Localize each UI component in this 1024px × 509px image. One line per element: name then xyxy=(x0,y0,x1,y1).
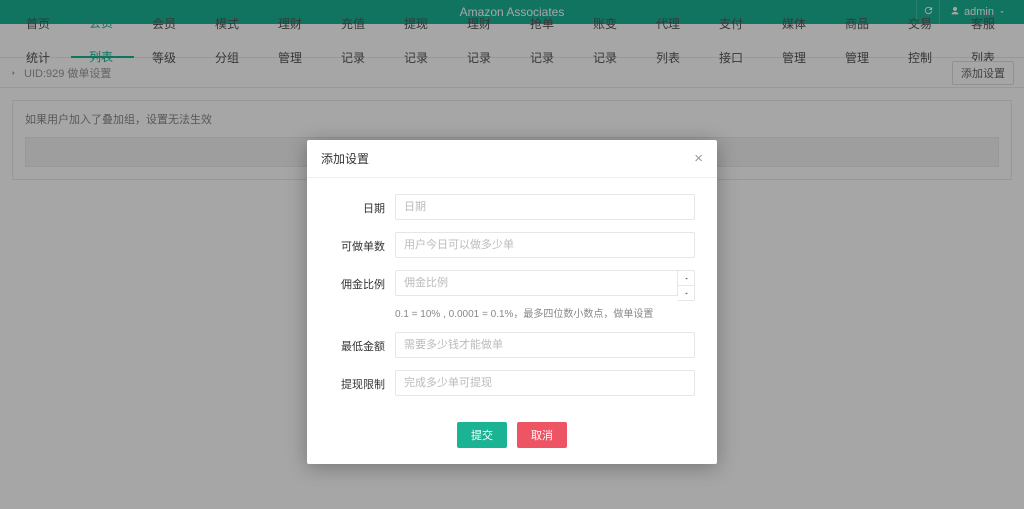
submit-button[interactable]: 提交 xyxy=(457,422,507,448)
modal-footer: 提交 取消 xyxy=(307,412,717,464)
input-withdraw-limit[interactable] xyxy=(395,370,695,396)
modal-close-button[interactable]: × xyxy=(694,151,703,166)
row-date: 日期 xyxy=(329,194,695,220)
input-date[interactable] xyxy=(395,194,695,220)
stepper-down[interactable] xyxy=(678,285,694,300)
commission-help: 0.1 = 10% , 0.0001 = 0.1%，最多四位数小数点，做单设置 xyxy=(395,305,695,320)
modal-header: 添加设置 × xyxy=(307,140,717,178)
stepper-controls xyxy=(678,270,695,301)
label-withdraw-limit: 提现限制 xyxy=(329,370,385,392)
cancel-button[interactable]: 取消 xyxy=(517,422,567,448)
label-commission: 佣金比例 xyxy=(329,270,385,292)
close-icon: × xyxy=(694,150,703,167)
input-max-orders[interactable] xyxy=(395,232,695,258)
modal-title: 添加设置 xyxy=(321,150,369,167)
row-min-amount: 最低金额 xyxy=(329,332,695,358)
row-max-orders: 可做单数 xyxy=(329,232,695,258)
modal-body: 日期 可做单数 佣金比例 xyxy=(307,178,717,412)
chevron-up-icon xyxy=(683,271,690,285)
commission-stepper xyxy=(395,270,695,301)
label-max-orders: 可做单数 xyxy=(329,232,385,254)
row-withdraw-limit: 提现限制 xyxy=(329,370,695,396)
add-settings-modal: 添加设置 × 日期 可做单数 佣金比例 xyxy=(307,140,717,464)
row-commission: 佣金比例 0.1 = 10% , 0.0001 = xyxy=(329,270,695,320)
label-min-amount: 最低金额 xyxy=(329,332,385,354)
input-commission[interactable] xyxy=(395,270,678,296)
input-min-amount[interactable] xyxy=(395,332,695,358)
label-date: 日期 xyxy=(329,194,385,216)
chevron-down-icon xyxy=(683,286,690,300)
modal-overlay: 添加设置 × 日期 可做单数 佣金比例 xyxy=(0,0,1024,509)
stepper-up[interactable] xyxy=(678,271,694,285)
